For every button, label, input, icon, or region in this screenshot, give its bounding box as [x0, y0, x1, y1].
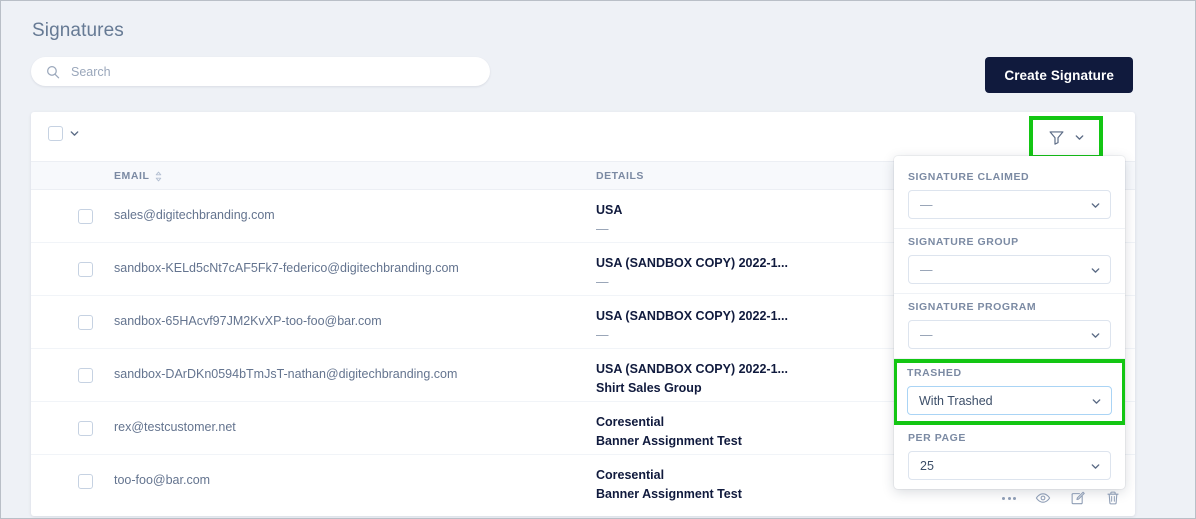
chevron-down-icon[interactable] [69, 128, 80, 139]
cell-details: USA (SANDBOX COPY) 2022-1... — [596, 255, 788, 290]
row-checkbox[interactable] [78, 262, 93, 277]
chevron-down-icon [1091, 203, 1100, 208]
app-viewport: Signatures Create Signature [0, 0, 1196, 519]
search-box[interactable] [31, 57, 490, 86]
column-header-details-label: DETAILS [596, 170, 644, 182]
detail-primary: USA (SANDBOX COPY) 2022-1... [596, 362, 788, 376]
filter-group-per-page: PER PAGE 25 [894, 425, 1125, 489]
cell-details: USA (SANDBOX COPY) 2022-1... Shirt Sales… [596, 361, 788, 396]
detail-primary: USA (SANDBOX COPY) 2022-1... [596, 309, 788, 323]
filter-label: TRASHED [907, 367, 962, 379]
cell-details: Coresential Banner Assignment Test [596, 414, 742, 449]
select-value: 25 [920, 458, 934, 473]
signature-program-select[interactable]: — [908, 320, 1111, 349]
column-header-details: DETAILS [596, 170, 644, 182]
column-header-email[interactable]: EMAIL [114, 170, 163, 182]
filter-button[interactable] [1029, 116, 1103, 159]
chevron-down-icon [1091, 333, 1100, 338]
filter-label: SIGNATURE PROGRAM [908, 301, 1037, 313]
row-checkbox[interactable] [78, 474, 93, 489]
chevron-down-icon[interactable] [1074, 132, 1085, 143]
filter-label: PER PAGE [908, 432, 966, 444]
detail-primary: USA [596, 203, 623, 217]
cell-email[interactable]: sandbox-65HAcvf97JM2KvXP-too-foo@bar.com [114, 314, 382, 328]
row-action-bar [1002, 490, 1121, 506]
sort-icon[interactable] [154, 171, 163, 182]
cell-email[interactable]: too-foo@bar.com [114, 473, 210, 487]
select-all-checkbox[interactable] [48, 126, 63, 141]
select-value: — [920, 327, 933, 342]
row-checkbox[interactable] [78, 315, 93, 330]
search-input[interactable] [71, 64, 490, 79]
detail-secondary: — [596, 222, 609, 236]
bulk-select-control[interactable] [48, 126, 80, 141]
row-checkbox[interactable] [78, 421, 93, 436]
cell-email[interactable]: sandbox-DArDKn0594bTmJsT-nathan@digitech… [114, 367, 457, 381]
filter-group-trashed: TRASHED With Trashed [894, 359, 1125, 425]
column-header-email-label: EMAIL [114, 170, 150, 182]
create-signature-button[interactable]: Create Signature [985, 57, 1133, 93]
cell-details: Coresential Banner Assignment Test [596, 467, 742, 502]
signature-group-select[interactable]: — [908, 255, 1111, 284]
chevron-down-icon [1092, 399, 1101, 404]
detail-primary: USA (SANDBOX COPY) 2022-1... [596, 256, 788, 270]
chevron-down-icon [1091, 464, 1100, 469]
detail-secondary: — [596, 275, 609, 289]
page-title: Signatures [32, 20, 124, 41]
eye-icon[interactable] [1035, 490, 1051, 506]
select-value: — [920, 197, 933, 212]
detail-primary: Coresential [596, 468, 665, 482]
filter-dropdown-panel: SIGNATURE CLAIMED — SIGNATURE GROUP — SI… [894, 156, 1125, 489]
table-toolbar [31, 112, 1135, 162]
detail-secondary: — [596, 328, 609, 342]
edit-icon[interactable] [1070, 490, 1086, 506]
filter-group-signature-program: SIGNATURE PROGRAM — [894, 294, 1125, 359]
cell-email[interactable]: sales@digitechbranding.com [114, 208, 275, 222]
cell-details: USA (SANDBOX COPY) 2022-1... — [596, 308, 788, 343]
row-checkbox[interactable] [78, 209, 93, 224]
trashed-select[interactable]: With Trashed [907, 386, 1112, 415]
detail-secondary: Banner Assignment Test [596, 434, 742, 448]
per-page-select[interactable]: 25 [908, 451, 1111, 480]
detail-secondary: Shirt Sales Group [596, 381, 702, 395]
search-icon [47, 65, 60, 78]
row-checkbox[interactable] [78, 368, 93, 383]
detail-secondary: Banner Assignment Test [596, 487, 742, 501]
detail-primary: Coresential [596, 415, 665, 429]
filter-label: SIGNATURE GROUP [908, 236, 1019, 248]
select-value: — [920, 262, 933, 277]
cell-details: USA — [596, 202, 622, 237]
cell-email[interactable]: sandbox-KELd5cNt7cAF5Fk7-federico@digite… [114, 261, 459, 275]
filter-group-signature-group: SIGNATURE GROUP — [894, 229, 1125, 294]
select-value: With Trashed [919, 393, 993, 408]
signature-claimed-select[interactable]: — [908, 190, 1111, 219]
cell-email[interactable]: rex@testcustomer.net [114, 420, 236, 434]
chevron-down-icon [1091, 268, 1100, 273]
funnel-icon [1048, 131, 1064, 145]
filter-group-signature-claimed: SIGNATURE CLAIMED — [894, 164, 1125, 229]
trash-icon[interactable] [1105, 490, 1121, 506]
more-icon[interactable] [1002, 496, 1016, 500]
filter-label: SIGNATURE CLAIMED [908, 171, 1030, 183]
